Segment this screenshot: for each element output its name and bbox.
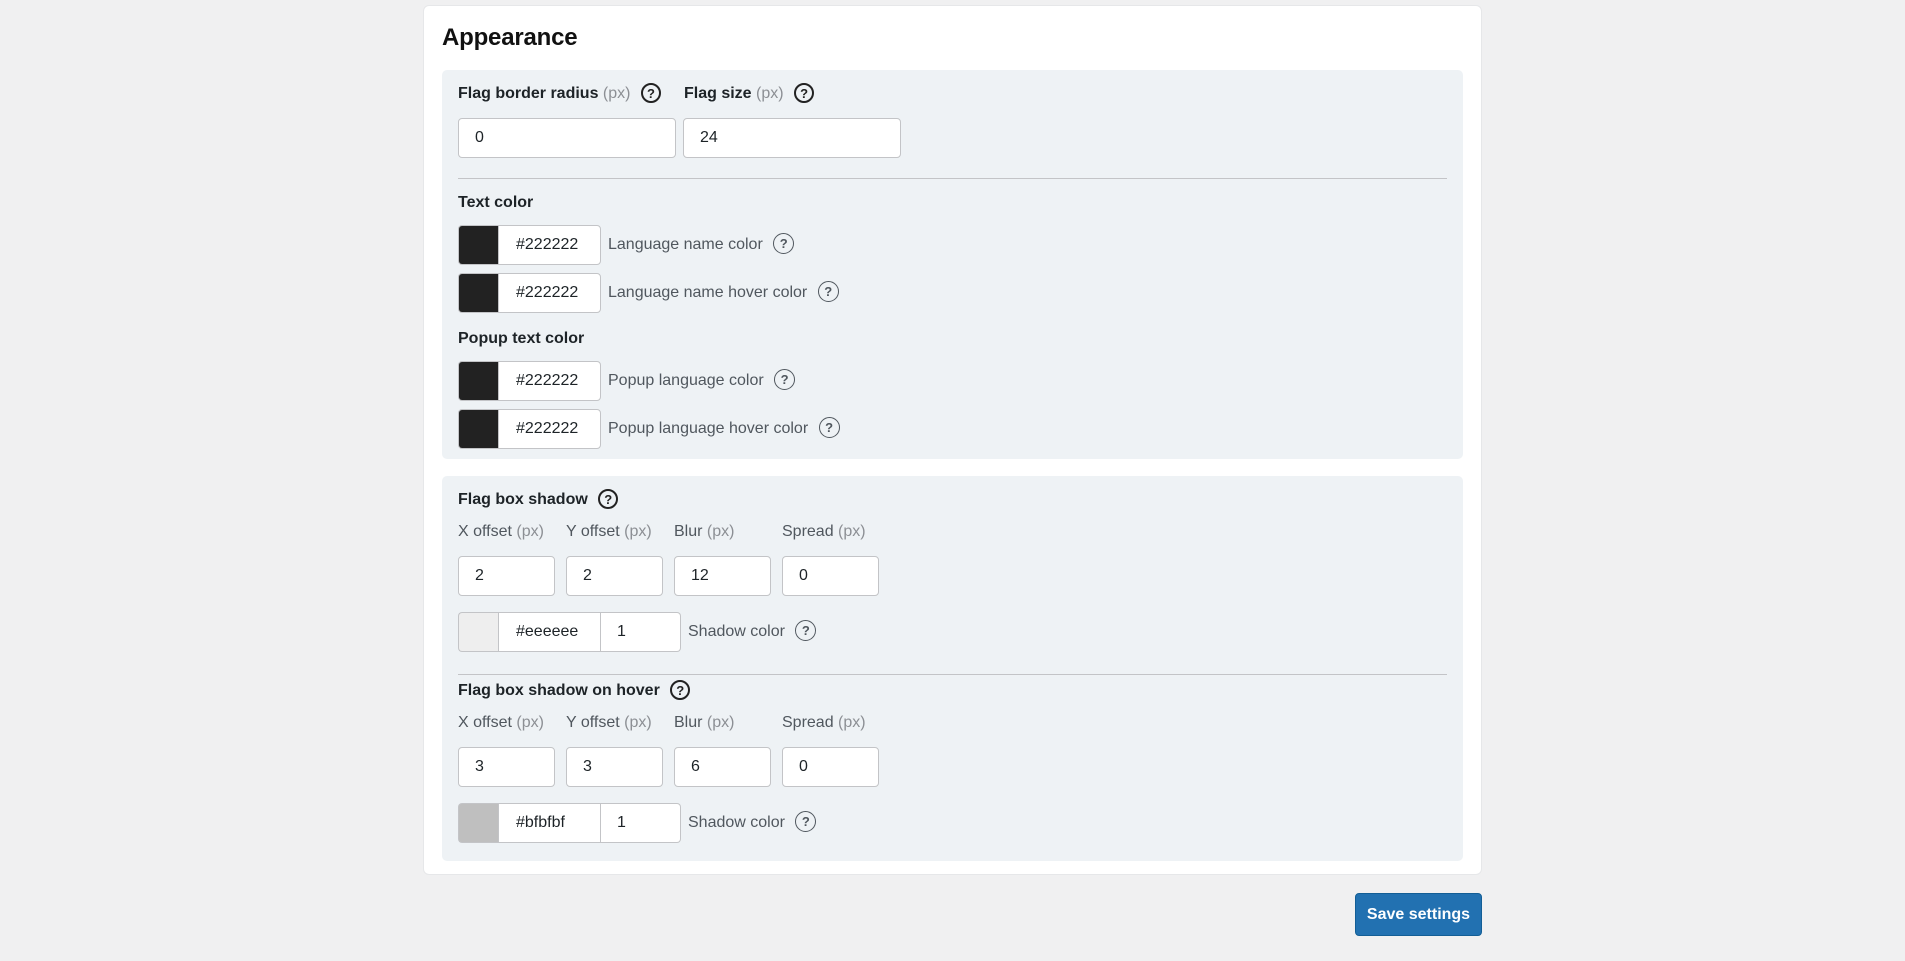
language-name-hover-color-input[interactable] [498,273,601,313]
shadow-color-picker [458,612,681,652]
hover-shadow-color-input[interactable] [498,803,601,843]
help-icon[interactable]: ? [795,620,817,642]
popup-language-hover-color-label: Popup language hover color ? [608,409,840,449]
popup-language-hover-color-input[interactable] [498,409,601,449]
shadow-color-label: Shadow color ? [688,612,817,652]
hover-shadow-x-offset-input[interactable] [458,747,555,787]
help-icon[interactable]: ? [598,489,619,509]
language-name-color-label: Language name color ? [608,225,795,265]
help-icon[interactable]: ? [818,417,840,439]
flag-border-radius-label: Flag border radius (px) ? [458,83,661,104]
section-title: Appearance [442,24,578,51]
shadow-color-input[interactable] [498,612,601,652]
color-swatch[interactable] [458,612,498,652]
color-swatch[interactable] [458,273,498,313]
popup-language-color-input[interactable] [498,361,601,401]
flag-size-label: Flag size (px) ? [684,83,815,104]
blur-label: Blur (px) [674,714,735,731]
help-icon[interactable]: ? [773,233,795,255]
shadow-blur-input[interactable] [674,556,771,596]
flag-and-text-panel: Flag border radius (px) ? Flag size (px)… [442,70,1463,459]
y-offset-label: Y offset (px) [566,714,652,731]
spread-label: Spread (px) [782,523,866,540]
language-name-hover-color-picker [458,273,601,313]
appearance-card: Appearance Flag border radius (px) ? Fla… [423,5,1482,875]
color-swatch[interactable] [458,409,498,449]
hover-shadow-opacity-input[interactable] [601,803,681,843]
flag-size-input[interactable] [683,118,901,158]
help-icon[interactable]: ? [774,369,796,391]
unit-label: (px) [756,85,784,103]
divider [458,178,1447,179]
hover-shadow-spread-input[interactable] [782,747,879,787]
hover-shadow-blur-input[interactable] [674,747,771,787]
help-icon[interactable]: ? [670,680,691,700]
flag-box-shadow-hover-heading: Flag box shadow on hover ? [458,680,691,701]
shadow-y-offset-input[interactable] [566,556,663,596]
flag-border-radius-input[interactable] [458,118,676,158]
box-shadow-panel: Flag box shadow ? X offset (px) Y offset… [442,476,1463,861]
hover-shadow-color-label: Shadow color ? [688,803,817,843]
popup-language-color-label: Popup language color ? [608,361,796,401]
help-icon[interactable]: ? [794,83,815,103]
blur-label: Blur (px) [674,523,735,540]
unit-label: (px) [602,85,631,103]
x-offset-label: X offset (px) [458,523,544,540]
hover-shadow-y-offset-input[interactable] [566,747,663,787]
help-icon[interactable]: ? [795,811,817,833]
divider [458,674,1447,675]
help-icon[interactable]: ? [817,281,839,303]
flag-box-shadow-heading: Flag box shadow ? [458,489,619,510]
color-swatch[interactable] [458,803,498,843]
x-offset-label: X offset (px) [458,714,544,731]
language-name-color-picker [458,225,601,265]
color-swatch[interactable] [458,361,498,401]
spread-label: Spread (px) [782,714,866,731]
y-offset-label: Y offset (px) [566,523,652,540]
shadow-opacity-input[interactable] [601,612,681,652]
language-name-hover-color-label: Language name hover color ? [608,273,839,313]
shadow-spread-input[interactable] [782,556,879,596]
popup-language-color-picker [458,361,601,401]
text-color-heading: Text color [458,194,534,211]
help-icon[interactable]: ? [640,83,661,103]
language-name-color-input[interactable] [498,225,601,265]
shadow-x-offset-input[interactable] [458,556,555,596]
color-swatch[interactable] [458,225,498,265]
hover-shadow-color-picker [458,803,681,843]
popup-text-color-heading: Popup text color [458,330,585,347]
save-settings-button[interactable]: Save settings [1355,893,1482,936]
popup-language-hover-color-picker [458,409,601,449]
